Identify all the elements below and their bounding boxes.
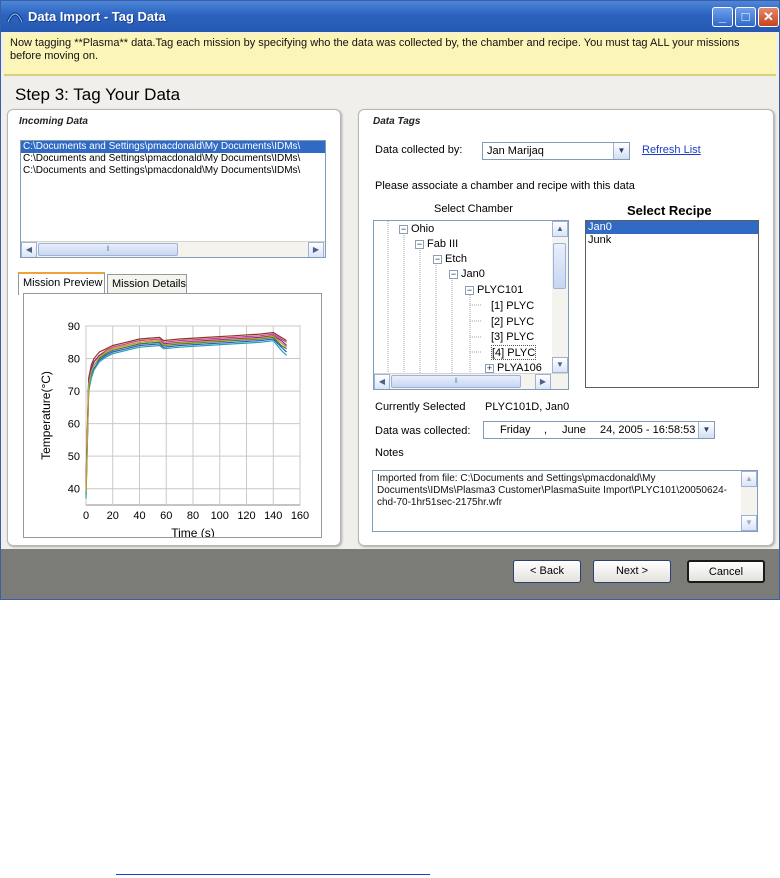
collected-by-label: Data collected by: [375,144,463,156]
list-item[interactable]: C:\Documents and Settings\pmacdonald\My … [21,141,325,153]
collected-date-picker[interactable]: Friday , June 24, 2005 - 16:58:53 ▼ [483,421,715,439]
chevron-down-icon[interactable]: ▼ [613,143,629,159]
x-tick-label: 0 [83,510,89,522]
collapse-icon[interactable]: − [433,254,442,264]
x-axis-label: Time (s) [171,526,215,537]
scroll-thumb[interactable]: ⦀ [38,243,178,256]
collected-date-label: Data was collected: [375,425,471,437]
x-tick-label: 160 [291,510,309,522]
notes-textarea[interactable]: Imported from file: C:\Documents and Set… [372,470,758,532]
app-arc-icon [6,12,24,23]
file-list-hscrollbar[interactable]: ◀ ⦀ ▶ [21,241,325,257]
instruction-banner: Now tagging **Plasma** data.Tag each mis… [4,33,776,76]
temperature-chart: 40 50 60 70 80 90 0 20 40 60 80 100 120 140 160 Time (s… [39,321,309,540]
incoming-file-list[interactable]: C:\Documents and Settings\pmacdonald\My … [20,140,326,258]
minimize-icon: _ [718,9,727,24]
recipe-item-jan0[interactable]: Jan0 [586,221,758,234]
scroll-down-icon[interactable]: ▼ [741,515,757,531]
date-month[interactable]: June [562,422,586,438]
collapse-icon[interactable]: − [449,269,458,279]
collapse-icon[interactable]: − [465,285,474,295]
scroll-left-icon[interactable]: ◀ [374,374,390,389]
tab-mission-details[interactable]: Mission Details [107,274,187,294]
cancel-button[interactable]: Cancel [687,560,765,583]
chevron-down-icon[interactable]: ▼ [698,422,714,438]
tree-node-etch[interactable]: − Etch [433,252,467,267]
x-tick-label: 20 [107,510,119,522]
maximize-icon: □ [741,9,750,24]
x-tick-label: 40 [133,510,145,522]
y-tick-label: 80 [68,354,80,366]
date-separator: , [544,424,548,436]
associate-instruction: Please associate a chamber and recipe wi… [375,180,635,192]
currently-selected-value: PLYC101D, Jan0 [485,401,570,413]
refresh-list-link[interactable]: Refresh List [642,144,701,156]
tree-node-plyc-4[interactable]: [4] PLYC [491,345,537,360]
scroll-right-icon[interactable]: ▶ [308,242,324,257]
x-tick-label: 100 [211,510,229,522]
title-bar[interactable]: Data Import - Tag Data _ □ ✕ [1,1,779,32]
notes-label: Notes [375,447,404,459]
tree-hscrollbar[interactable]: ◀ ⦀ ▶ [374,373,568,389]
close-icon: ✕ [763,9,774,24]
scroll-up-icon[interactable]: ▲ [552,221,568,237]
x-tick-label: 60 [160,510,172,522]
tree-node-plyc101[interactable]: − PLYC101 [465,283,523,298]
tree-node-plyc-3[interactable]: [3] PLYC [491,330,534,345]
collapse-icon[interactable]: − [399,224,408,234]
recipe-item-junk[interactable]: Junk [586,234,758,247]
list-item[interactable]: C:\Documents and Settings\pmacdonald\My … [21,165,325,177]
notes-text: Imported from file: C:\Documents and Set… [377,473,727,508]
x-tick-label: 80 [187,510,199,522]
footer-underline [116,874,430,875]
expand-icon[interactable]: + [485,363,494,373]
scroll-up-icon[interactable]: ▲ [741,471,757,487]
y-tick-label: 70 [68,386,80,398]
collected-by-dropdown[interactable]: Jan Marijaq ▼ [482,142,630,160]
tree-node-plyc-1[interactable]: [1] PLYC [491,299,534,314]
data-tags-panel: Data Tags Data collected by: Jan Marijaq… [358,109,774,546]
date-day[interactable]: Friday [500,422,531,438]
y-tick-label: 60 [68,419,80,431]
notes-vscrollbar[interactable]: ▲ ▼ [741,471,757,531]
y-axis-label: Temperature(°C) [39,371,53,460]
data-tags-title: Data Tags [373,116,421,127]
collected-by-value: Jan Marijaq [487,145,544,157]
data-import-window: Data Import - Tag Data _ □ ✕ Now tagging… [0,0,780,600]
scroll-thumb[interactable] [553,243,566,289]
scroll-left-icon[interactable]: ◀ [21,242,37,257]
tree-node-plyc-2[interactable]: [2] PLYC [491,315,534,330]
tree-node-ohio[interactable]: − Ohio [399,222,434,237]
tab-mission-preview[interactable]: Mission Preview [18,272,105,295]
list-item[interactable]: C:\Documents and Settings\pmacdonald\My … [21,153,325,165]
collapse-icon[interactable]: − [415,239,424,249]
select-chamber-label: Select Chamber [434,203,513,215]
scroll-right-icon[interactable]: ▶ [535,374,551,389]
date-rest[interactable]: 24, 2005 - 16:58:53 [600,422,695,438]
window-title: Data Import - Tag Data [28,9,166,24]
scroll-down-icon[interactable]: ▼ [552,357,568,373]
chamber-tree[interactable]: − Ohio − Fab III − Etch − Jan0 − PLYC101 [1] … [373,220,569,390]
tree-node-fab-iii[interactable]: − Fab III [415,237,458,252]
scroll-thumb[interactable]: ⦀ [391,375,521,388]
x-tick-label: 120 [237,510,255,522]
tree-node-jan0[interactable]: − Jan0 [449,267,485,282]
y-tick-label: 90 [68,321,80,333]
select-recipe-label: Select Recipe [627,203,712,218]
close-button[interactable]: ✕ [758,7,779,27]
step-title: Step 3: Tag Your Data [15,85,181,104]
y-tick-label: 40 [68,484,80,496]
recipe-list[interactable]: Jan0 Junk [585,220,759,388]
x-tick-label: 140 [264,510,282,522]
wizard-button-bar: < Back Next > Cancel [1,549,779,599]
minimize-button[interactable]: _ [712,7,733,27]
incoming-data-title: Incoming Data [19,116,88,127]
mission-preview-chart: 40 50 60 70 80 90 0 20 40 60 80 100 120 140 160 Time (s… [23,293,322,540]
maximize-button[interactable]: □ [735,7,756,27]
y-tick-label: 50 [68,451,80,463]
next-button[interactable]: Next > [593,560,671,583]
back-button[interactable]: < Back [513,560,581,583]
currently-selected-label: Currently Selected [375,401,466,413]
tree-vscrollbar[interactable]: ▲ ▼ [552,221,568,373]
